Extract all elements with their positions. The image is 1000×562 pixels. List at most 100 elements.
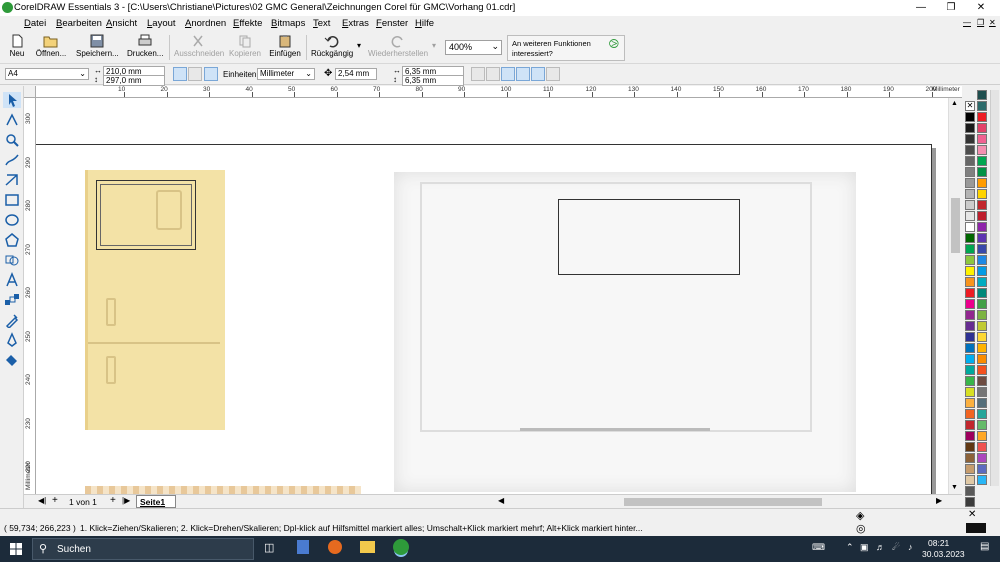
color-swatch[interactable] bbox=[977, 101, 987, 111]
color-swatch[interactable] bbox=[965, 431, 975, 441]
zoom-level-select[interactable]: 400% ⌄ bbox=[445, 40, 502, 55]
horizontal-ruler[interactable]: 10 20 30 40 50 60 70 80 90 100 110 120 130 140 150 160 1… bbox=[24, 86, 962, 98]
notifications-icon[interactable]: ▤ bbox=[980, 541, 989, 552]
units-select[interactable]: Millimeter ⌄ bbox=[257, 68, 315, 80]
menu-bearbeiten[interactable]: Bearbeiten bbox=[56, 18, 102, 29]
color-swatch[interactable] bbox=[965, 376, 975, 386]
color-swatch[interactable] bbox=[965, 464, 975, 474]
vertical-scroll-thumb[interactable] bbox=[951, 198, 960, 253]
redo-button[interactable]: Wiederherstellen bbox=[368, 33, 428, 63]
ellipse-tool-icon[interactable] bbox=[3, 212, 21, 228]
page-height-input[interactable]: 297,0 mm bbox=[103, 75, 165, 86]
zoom-tool-icon[interactable] bbox=[3, 132, 21, 148]
smart-fill-tool-icon[interactable] bbox=[3, 172, 21, 188]
snap-to-objects-button[interactable] bbox=[531, 67, 545, 81]
color-swatch[interactable] bbox=[965, 288, 975, 298]
inner-rectangle-left[interactable] bbox=[100, 184, 192, 246]
color-swatch[interactable] bbox=[977, 365, 987, 375]
vertical-scrollbar[interactable]: ▲ ▼ bbox=[948, 98, 962, 495]
color-swatch[interactable] bbox=[977, 387, 987, 397]
open-button[interactable]: Öffnen... bbox=[33, 33, 69, 63]
outline-pen-icon[interactable]: ◎ bbox=[856, 522, 866, 535]
menu-layout[interactable]: Layout bbox=[147, 18, 176, 29]
color-swatch[interactable] bbox=[977, 112, 987, 122]
outline-pen-tool-icon[interactable] bbox=[3, 332, 21, 348]
more-features-promo[interactable]: An weiteren Funktionen interessiert? ⧁ bbox=[507, 35, 625, 61]
color-swatch[interactable] bbox=[965, 453, 975, 463]
color-swatch[interactable] bbox=[965, 475, 975, 485]
polygon-tool-icon[interactable] bbox=[3, 232, 21, 248]
color-swatch[interactable] bbox=[977, 244, 987, 254]
color-swatch[interactable] bbox=[965, 343, 975, 353]
horizontal-scroll-thumb[interactable] bbox=[624, 498, 822, 506]
color-swatch[interactable] bbox=[977, 442, 987, 452]
color-swatch[interactable] bbox=[977, 310, 987, 320]
close-button[interactable]: ✕ bbox=[966, 0, 996, 16]
color-swatch[interactable] bbox=[977, 354, 987, 364]
doc-close-button[interactable]: ✕ bbox=[989, 18, 996, 27]
snap-to-guidelines-button[interactable] bbox=[516, 67, 530, 81]
color-swatch[interactable] bbox=[977, 464, 987, 474]
color-swatch[interactable] bbox=[965, 277, 975, 287]
color-swatch[interactable] bbox=[965, 167, 975, 177]
wifi-icon[interactable]: ☄ bbox=[892, 542, 900, 553]
menu-hilfe[interactable]: Hilfe bbox=[415, 18, 434, 29]
color-swatch[interactable] bbox=[965, 178, 975, 188]
menu-ansicht[interactable]: Ansicht bbox=[106, 18, 137, 29]
no-color-swatch[interactable]: ✕ bbox=[965, 101, 975, 111]
calculator-app-icon[interactable] bbox=[297, 540, 309, 554]
add-page-after-icon[interactable]: + bbox=[110, 495, 116, 506]
color-swatch[interactable] bbox=[965, 332, 975, 342]
file-explorer-icon[interactable] bbox=[360, 541, 375, 553]
firefox-icon[interactable] bbox=[328, 540, 342, 554]
color-swatch[interactable] bbox=[965, 299, 975, 309]
menu-bitmaps[interactable]: Bitmaps bbox=[271, 18, 305, 29]
snap-to-grid-button[interactable] bbox=[501, 67, 515, 81]
undo-button[interactable]: Rückgängig bbox=[311, 33, 353, 63]
menu-anordnen[interactable]: Anordnen bbox=[185, 18, 226, 29]
units-tool-button[interactable] bbox=[471, 67, 485, 81]
fill-bucket-icon[interactable]: ◈ bbox=[856, 509, 864, 522]
scroll-right-icon[interactable]: ▶ bbox=[936, 496, 942, 505]
selection-rectangle-right[interactable] bbox=[558, 199, 740, 275]
landscape-orientation-button[interactable] bbox=[188, 67, 202, 81]
freehand-tool-icon[interactable] bbox=[3, 152, 21, 168]
color-swatch[interactable] bbox=[965, 211, 975, 221]
color-swatch[interactable] bbox=[977, 288, 987, 298]
color-swatch[interactable] bbox=[965, 123, 975, 133]
color-swatch[interactable] bbox=[965, 112, 975, 122]
first-page-icon[interactable]: ◀| bbox=[38, 496, 46, 505]
shape-tool-icon[interactable] bbox=[3, 112, 21, 128]
color-swatch[interactable] bbox=[977, 134, 987, 144]
doc-restore-button[interactable]: ❐ bbox=[977, 18, 984, 27]
color-swatch[interactable] bbox=[977, 398, 987, 408]
color-swatch[interactable] bbox=[977, 123, 987, 133]
color-swatch[interactable] bbox=[977, 145, 987, 155]
outline-color-swatch[interactable] bbox=[966, 523, 986, 533]
scroll-down-icon[interactable]: ▼ bbox=[951, 484, 958, 491]
color-swatch[interactable] bbox=[977, 167, 987, 177]
color-swatch[interactable] bbox=[965, 244, 975, 254]
text-tool-icon[interactable] bbox=[3, 272, 21, 288]
menu-fenster[interactable]: Fenster bbox=[376, 18, 408, 29]
color-swatch[interactable] bbox=[965, 387, 975, 397]
no-fill-swatch[interactable]: ✕ bbox=[968, 509, 976, 520]
color-swatch[interactable] bbox=[965, 310, 975, 320]
windows-start-icon[interactable] bbox=[10, 543, 22, 555]
color-swatch[interactable] bbox=[965, 145, 975, 155]
coreldraw-taskbar-icon[interactable] bbox=[393, 539, 409, 555]
menu-text[interactable]: Text bbox=[313, 18, 330, 29]
color-swatch[interactable] bbox=[977, 277, 987, 287]
color-swatch[interactable] bbox=[965, 409, 975, 419]
menu-datei[interactable]: Datei bbox=[24, 18, 46, 29]
color-swatch[interactable] bbox=[965, 189, 975, 199]
restore-button[interactable]: ❐ bbox=[936, 0, 966, 16]
color-swatch[interactable] bbox=[977, 376, 987, 386]
color-swatch[interactable] bbox=[977, 332, 987, 342]
color-swatch[interactable] bbox=[965, 156, 975, 166]
chevron-up-icon[interactable]: ⌃ bbox=[846, 542, 854, 553]
color-swatch[interactable] bbox=[977, 90, 987, 100]
keyboard-icon[interactable]: ⌨ bbox=[812, 542, 825, 553]
all-pages-size-button[interactable] bbox=[204, 67, 218, 81]
color-swatch[interactable] bbox=[965, 266, 975, 276]
